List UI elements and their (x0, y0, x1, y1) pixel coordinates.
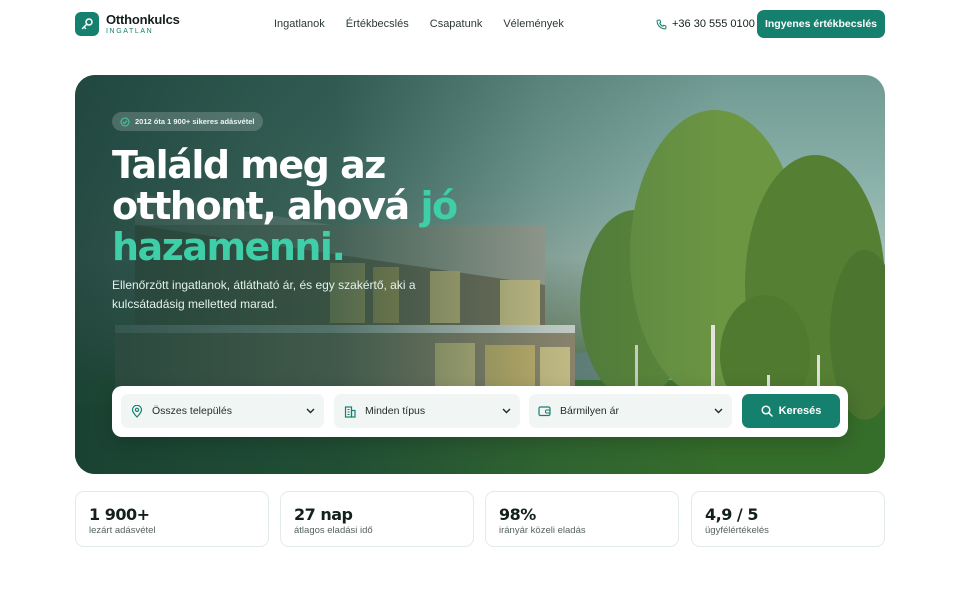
nav-item-ertekbecsles[interactable]: Értékbecslés (346, 18, 409, 30)
stat-value: 1 900+ (89, 505, 150, 524)
site-header: Otthonkulcs INGATLAN Ingatlanok Értékbec… (0, 0, 960, 48)
hero-title: Találd meg az otthont, ahová jó hazamenn… (112, 145, 532, 268)
chevron-down-icon (502, 408, 511, 414)
nav-item-ingatlanok[interactable]: Ingatlanok (274, 18, 325, 30)
stat-label: lezárt adásvétel (89, 525, 156, 536)
stat-label: irányár közeli eladás (499, 525, 586, 536)
building-icon (343, 405, 356, 418)
search-button[interactable]: Keresés (742, 394, 840, 428)
stats-row: 1 900+ lezárt adásvétel 27 nap átlagos e… (75, 491, 885, 547)
search-icon (761, 405, 773, 417)
stat-value: 27 nap (294, 505, 353, 524)
hero-title-line3: hazamenni. (112, 225, 346, 269)
badge-text: 2012 óta 1 900+ sikeres adásvétel (135, 117, 255, 126)
stat-value: 98% (499, 505, 536, 524)
hero-title-line2: otthont, ahová (112, 184, 421, 228)
property-type-select[interactable]: Minden típus (334, 394, 520, 428)
wallet-icon (538, 405, 551, 418)
chevron-down-icon (306, 408, 315, 414)
stat-value: 4,9 / 5 (705, 505, 758, 524)
price-select[interactable]: Bármilyen ár (529, 394, 732, 428)
map-pin-icon (130, 404, 143, 418)
nav-item-csapatunk[interactable]: Csapatunk (430, 18, 483, 30)
hero-title-line1: Találd meg az (112, 143, 386, 187)
check-circle-icon (120, 117, 130, 126)
stat-label: átlagos eladási idő (294, 525, 373, 536)
location-select[interactable]: Összes település (121, 394, 324, 428)
search-button-label: Keresés (778, 405, 822, 417)
free-valuation-button[interactable]: Ingyenes értékbecslés (757, 10, 885, 38)
phone-link[interactable]: +36 30 555 0100 (656, 18, 755, 30)
stat-card: 1 900+ lezárt adásvétel (75, 491, 269, 547)
nav-item-velemenyek[interactable]: Vélemények (503, 18, 564, 30)
price-value: Bármilyen ár (560, 405, 619, 417)
brand-subtitle: INGATLAN (106, 28, 154, 35)
stat-card: 98% irányár közeli eladás (485, 491, 679, 547)
main-nav: Ingatlanok Értékbecslés Csapatunk Vélemé… (274, 18, 564, 30)
location-value: Összes település (152, 405, 232, 417)
chevron-down-icon (714, 408, 723, 414)
brand-name: Otthonkulcs (106, 12, 180, 27)
phone-number: +36 30 555 0100 (672, 18, 755, 30)
sales-badge: 2012 óta 1 900+ sikeres adásvétel (112, 112, 264, 131)
stat-card: 4,9 / 5 ügyfélértékelés (691, 491, 885, 547)
key-icon (75, 12, 99, 36)
hero-lead: Ellenőrzött ingatlanok, átlátható ár, és… (112, 278, 416, 311)
phone-icon (656, 19, 667, 29)
hero-section: 2012 óta 1 900+ sikeres adásvétel Találd… (75, 75, 885, 474)
property-type-value: Minden típus (365, 405, 426, 417)
property-search-bar: Összes település Minden típus Bármilyen … (112, 386, 848, 437)
stat-card: 27 nap átlagos eladási idő (280, 491, 474, 547)
hero-title-accent: jó (420, 184, 458, 228)
stat-label: ügyfélértékelés (705, 525, 769, 536)
logo[interactable]: Otthonkulcs INGATLAN (75, 12, 180, 36)
